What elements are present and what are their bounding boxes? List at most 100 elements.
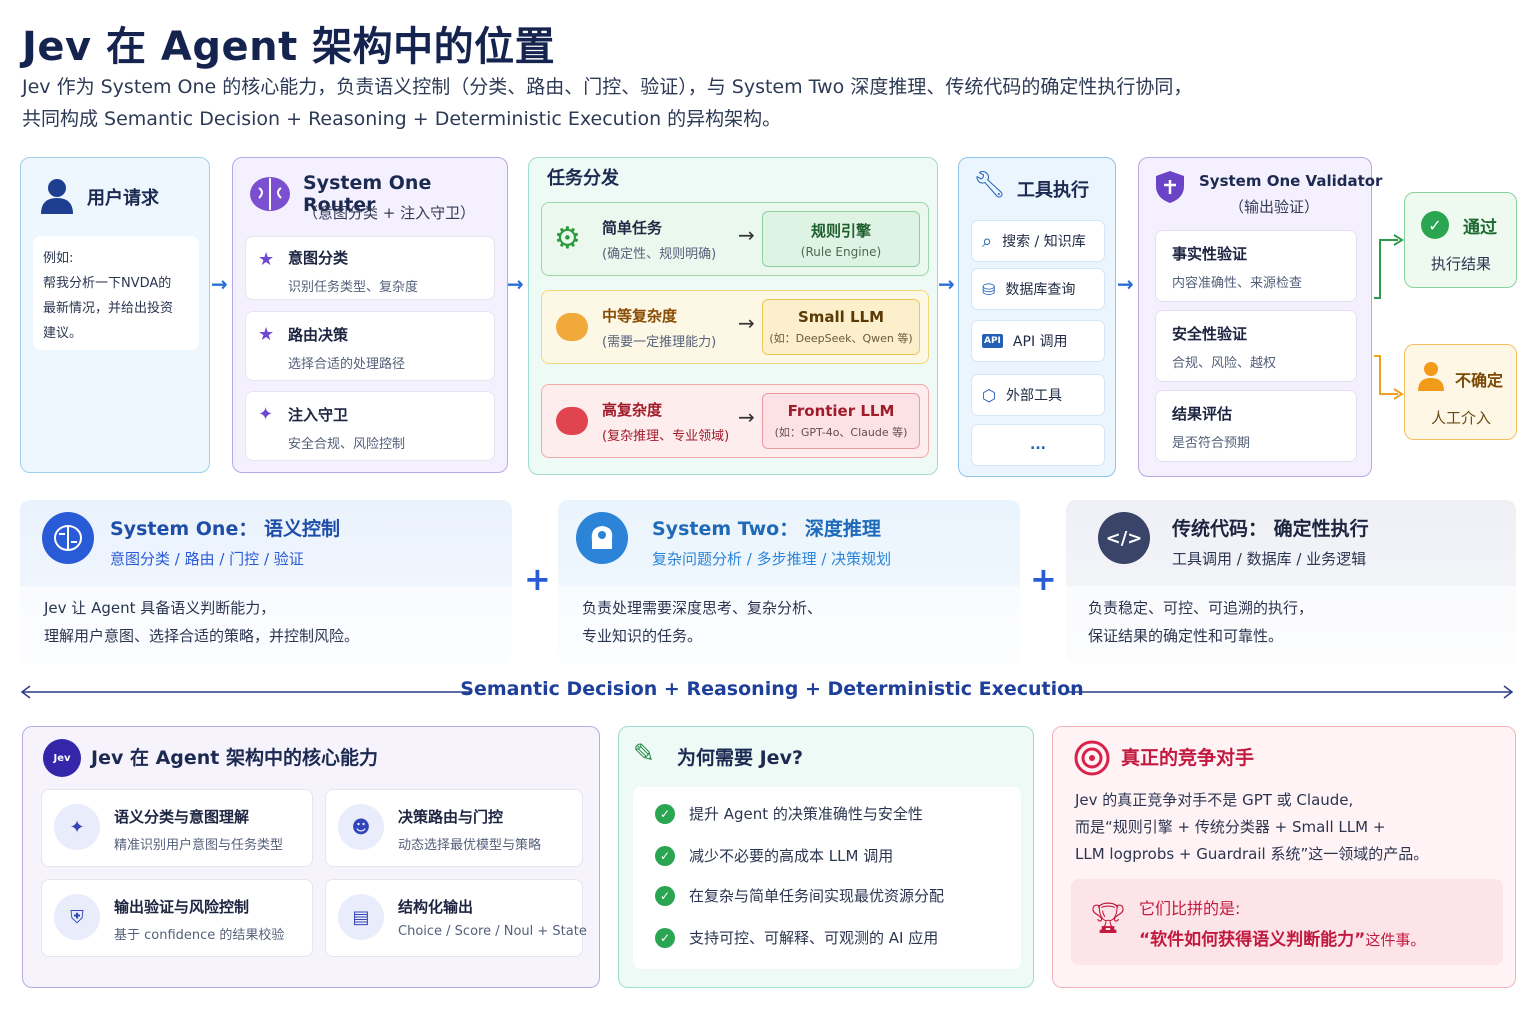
capability-title: 语义分类与意图理解	[114, 808, 250, 826]
user-route-icon: ☻	[338, 804, 384, 850]
code-icon: </>	[1098, 512, 1150, 564]
capability-semantic: ✦ 语义分类与意图理解 精准识别用户意图与任务类型	[41, 789, 313, 867]
brain-icon	[556, 313, 588, 341]
user-example-box: 例如: 帮我分析一下NVDA的 最新情况，并给出投资 建议。	[33, 236, 199, 350]
rival-panel: 真正的竞争对手 Jev 的真正竞争对手不是 GPT 或 Claude, 而是“规…	[1052, 726, 1516, 988]
router-item-title: 注入守卫	[288, 406, 349, 424]
target-icon	[1073, 739, 1111, 777]
rival-quote-line: “软件如何获得语义判断能力”这件事。	[1139, 925, 1425, 950]
wrench-icon: 🔧︎	[973, 170, 1007, 200]
arrow-right-icon: →	[211, 272, 228, 296]
rival-text: Jev 的真正竞争对手不是 GPT 或 Claude, 而是“规则引擎 + 传统…	[1075, 787, 1428, 868]
engine-desc: (如：GPT-4o、Claude 等)	[774, 426, 908, 439]
search-icon: ⌕	[982, 230, 993, 252]
tool-label: 搜索 / 知识库	[1002, 234, 1086, 250]
axis-label: Semantic Decision + Reasoning + Determin…	[460, 678, 1084, 700]
dispatch-row-medium: 中等复杂度 (需要一定推理能力) → Small LLM (如：DeepSeek…	[541, 290, 929, 364]
why-title: 为何需要 Jev?	[677, 747, 803, 769]
uncertain-desc: 人工介入	[1431, 409, 1492, 427]
validator-item-desc: 内容准确性、来源检查	[1172, 276, 1303, 291]
arrow-right-icon: →	[738, 223, 755, 247]
why-item-text: 减少不必要的高成本 LLM 调用	[689, 847, 894, 865]
rival-line-2: 而是“规则引擎 + 传统分类器 + Small LLM +	[1075, 818, 1386, 836]
tool-search: ⌕ 搜索 / 知识库	[971, 220, 1105, 262]
brain-icon	[247, 172, 293, 218]
check-circle-icon: ✓	[655, 845, 675, 866]
why-item: ✓ 减少不必要的高成本 LLM 调用	[655, 845, 893, 866]
validator-item-safety: 安全性验证 合规、风险、越权	[1155, 310, 1357, 382]
system-two-title: System Two： 深度推理	[652, 518, 881, 540]
engine-rule: 规则引擎 (Rule Engine)	[762, 211, 920, 267]
uncertain-box: 不确定 人工介入	[1404, 344, 1517, 440]
subtitle-line-2: 共同构成 Semantic Decision + Reasoning + Det…	[22, 108, 782, 130]
tools-title: 工具执行	[1017, 180, 1089, 201]
user-request-panel: 用户请求 例如: 帮我分析一下NVDA的 最新情况，并给出投资 建议。	[20, 157, 210, 473]
user-request-title: 用户请求	[87, 188, 159, 209]
code-title: 传统代码： 确定性执行	[1172, 518, 1369, 540]
task-desc: (复杂推理、专业领域)	[602, 429, 730, 444]
system-one-tags: 意图分类 / 路由 / 门控 / 验证	[110, 550, 304, 568]
arrow-right-icon: →	[507, 272, 524, 296]
pass-desc: 执行结果	[1431, 255, 1492, 273]
task-desc: (确定性、规则明确)	[602, 247, 717, 262]
subtitle-line-1: Jev 作为 System One 的核心能力，负责语义控制（分类、路由、门控、…	[22, 76, 1193, 98]
example-label: 例如:	[43, 251, 74, 266]
task-title: 高复杂度	[602, 401, 663, 419]
validator-item-eval: 结果评估 是否符合预期	[1155, 390, 1357, 462]
example-line-3: 建议。	[43, 326, 83, 341]
plus-sign: +	[1030, 560, 1057, 598]
engine-title: 规则引擎	[810, 222, 871, 240]
dispatch-title: 任务分发	[547, 168, 619, 189]
router-item-title: 意图分类	[288, 249, 349, 267]
document-icon: ▤	[338, 894, 384, 940]
check-circle-icon: ✓	[655, 927, 675, 948]
pass-box: ✓ 通过 执行结果	[1404, 192, 1517, 288]
arrow-right-icon: →	[738, 405, 755, 429]
router-panel: System One Router （意图分类 + 注入守卫） ★ 意图分类 识…	[232, 157, 508, 473]
user-icon	[41, 178, 73, 214]
validator-item-title: 事实性验证	[1172, 245, 1248, 263]
capability-routing: ☻ 决策路由与门控 动态选择最优模型与策略	[325, 789, 583, 867]
api-icon: API	[982, 334, 1003, 348]
tool-database: ⛁ 数据库查询	[971, 268, 1105, 310]
example-line-2: 最新情况，并给出投资	[43, 301, 174, 316]
validator-item-desc: 合规、风险、越权	[1172, 356, 1277, 371]
why-item: ✓ 支持可控、可解释、可观测的 AI 应用	[655, 927, 938, 948]
rival-quote-3: 这件事。	[1365, 931, 1426, 949]
system-one-title: System One： 语义控制	[110, 518, 340, 540]
task-title: 中等复杂度	[602, 307, 678, 325]
capability-validation: ⛨ 输出验证与风险控制 基于 confidence 的结果校验	[41, 879, 313, 957]
sparkle-icon: ✦	[54, 804, 100, 850]
system-one-body-1: Jev 让 Agent 具备语义判断能力，	[44, 599, 276, 617]
validator-subtitle: （输出验证）	[1229, 198, 1320, 216]
trophy-icon: 🏆︎	[1089, 901, 1128, 936]
tool-more: ...	[971, 424, 1105, 466]
capability-desc: 基于 confidence 的结果校验	[114, 928, 285, 943]
capability-desc: Choice / Score / Noul + State	[398, 924, 587, 939]
database-icon: ⛁	[982, 279, 996, 299]
router-item-desc: 安全合规、风险控制	[288, 437, 406, 452]
engine-frontier-llm: Frontier LLM (如：GPT-4o、Claude 等)	[762, 393, 920, 449]
system-two-body-1: 负责处理需要深度思考、复杂分析、	[582, 599, 823, 617]
task-desc: (需要一定推理能力)	[602, 335, 717, 350]
capability-title: 结构化输出	[398, 898, 474, 916]
why-jev-panel: ✎ 为何需要 Jev? ✓ 提升 Agent 的决策准确性与安全性 ✓ 减少不必要的…	[618, 726, 1034, 988]
uncertain-title: 不确定	[1455, 371, 1504, 390]
brain-icon	[42, 512, 94, 564]
system-one-band: System One： 语义控制 意图分类 / 路由 / 门控 / 验证 Jev…	[20, 500, 512, 664]
page-title: Jev 在 Agent 架构中的位置	[22, 24, 556, 70]
engine-desc: (如：DeepSeek、Qwen 等)	[769, 332, 913, 345]
pass-title: 通过	[1463, 218, 1497, 238]
rival-line-3: LLM logprobs + Guardrail 系统”这一领域的产品。	[1075, 845, 1429, 863]
code-band: </> 传统代码： 确定性执行 工具调用 / 数据库 / 业务逻辑 负责稳定、可…	[1066, 500, 1516, 664]
validator-item-desc: 是否符合预期	[1172, 436, 1251, 451]
dispatch-row-simple: ⚙ 简单任务 (确定性、规则明确) → 规则引擎 (Rule Engine)	[541, 202, 929, 276]
rival-quote-box: 🏆︎ 它们比拼的是: “软件如何获得语义判断能力”这件事。	[1071, 879, 1503, 965]
code-tags: 工具调用 / 数据库 / 业务逻辑	[1172, 550, 1367, 568]
capability-structured: ▤ 结构化输出 Choice / Score / Noul + State	[325, 879, 587, 957]
pen-icon: ✎	[633, 739, 655, 769]
validator-item-fact: 事实性验证 内容准确性、来源检查	[1155, 230, 1357, 302]
engine-title: Frontier LLM	[787, 402, 895, 420]
task-title: 简单任务	[602, 219, 663, 237]
code-body-2: 保证结果的确定性和可靠性。	[1088, 627, 1284, 645]
